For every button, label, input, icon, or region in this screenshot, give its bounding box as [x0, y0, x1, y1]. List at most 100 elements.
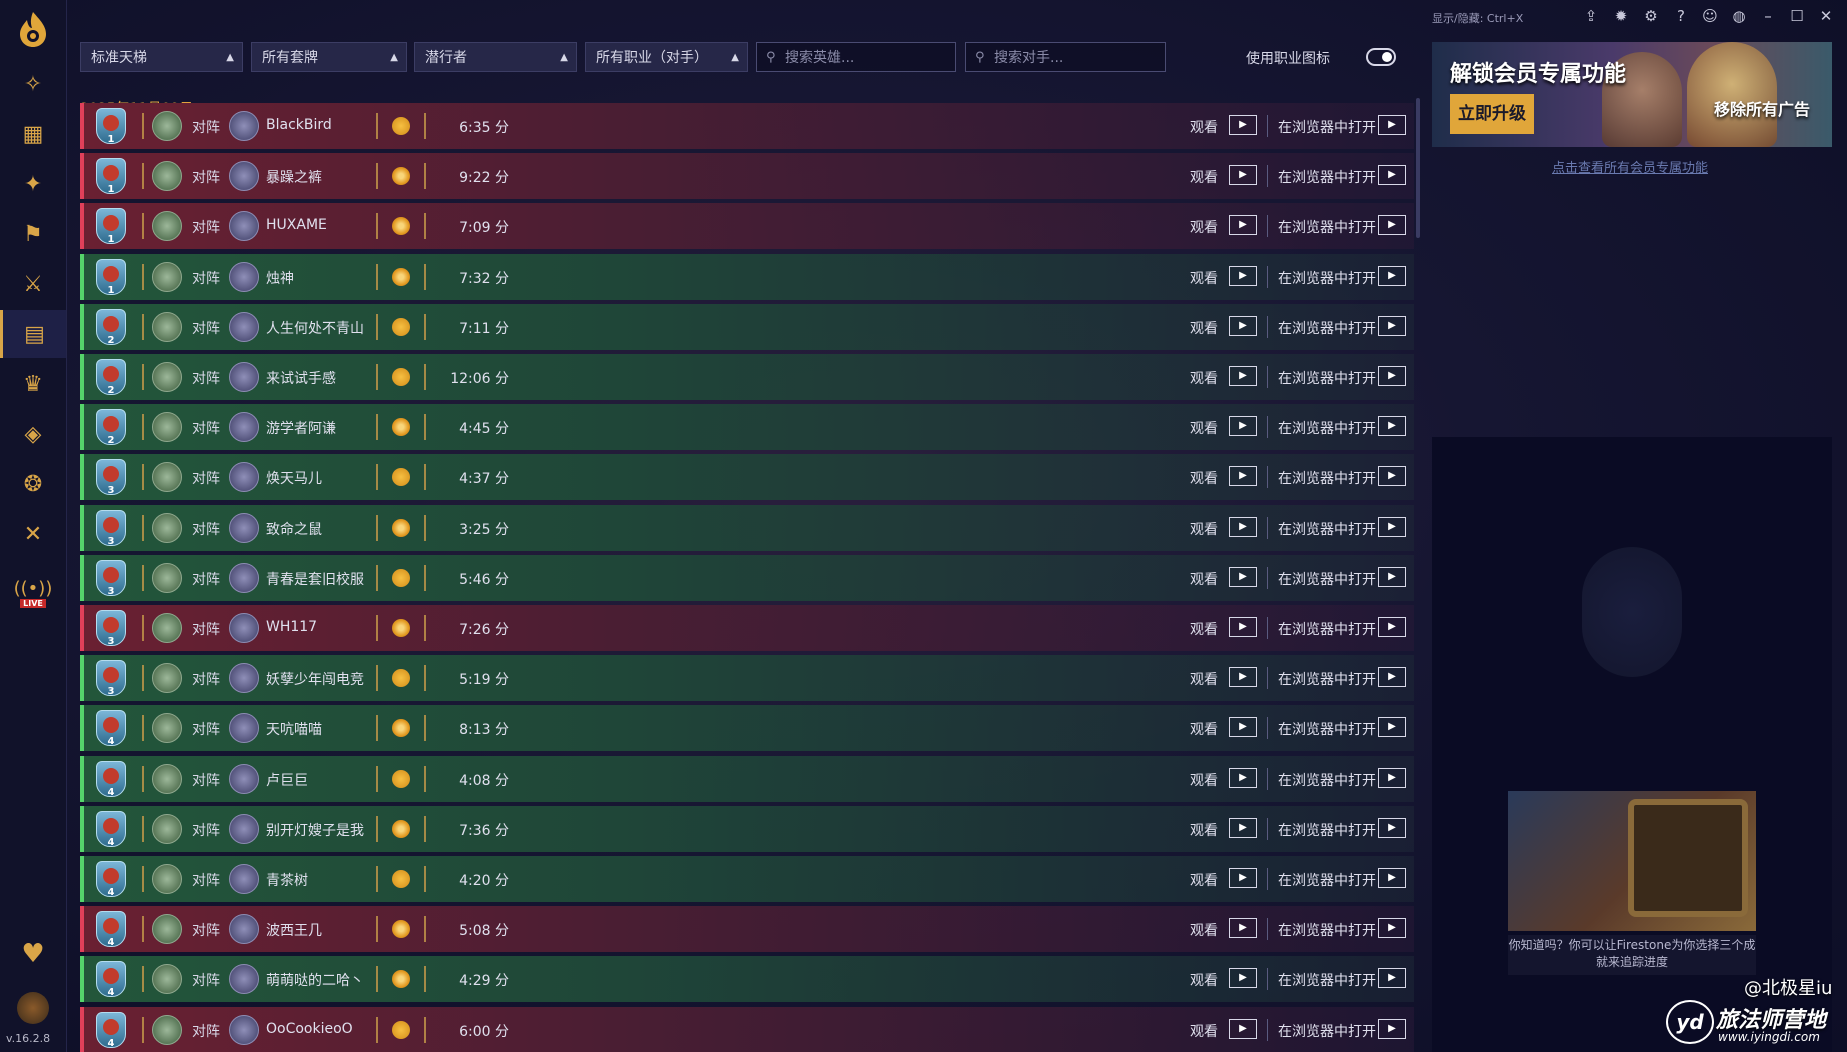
watch-play-button[interactable]: ▶: [1229, 817, 1257, 838]
globe-icon[interactable]: ◍: [1728, 5, 1750, 27]
open-in-browser-button[interactable]: ▶: [1378, 416, 1406, 437]
open-in-browser-button[interactable]: ▶: [1378, 717, 1406, 738]
sidebar-item-battlegrounds[interactable]: ♛: [0, 360, 66, 408]
hero-search-input[interactable]: ⚲ 搜索英雄...: [756, 42, 956, 72]
replay-row[interactable]: 3 对阵 青春是套旧校服 5:46 分观看 ▶ 在浏览器中打开 ▶: [80, 554, 1414, 601]
replay-row[interactable]: 3 对阵 致命之鼠 3:25 分观看 ▶ 在浏览器中打开 ▶: [80, 504, 1414, 551]
replay-row[interactable]: 1 对阵 HUXAME 7:09 分观看 ▶ 在浏览器中打开 ▶: [80, 203, 1414, 250]
replay-row[interactable]: 4 对阵 天吭喵喵 8:13 分观看 ▶ 在浏览器中打开 ▶: [80, 705, 1414, 752]
watch-play-button[interactable]: ▶: [1229, 667, 1257, 688]
watch-play-button[interactable]: ▶: [1229, 466, 1257, 487]
opponent-class-filter-dropdown[interactable]: 所有职业（对手） ▲: [585, 42, 748, 72]
replay-row[interactable]: 4 对阵 别开灯嫂子是我 7:36 分观看 ▶ 在浏览器中打开 ▶: [80, 805, 1414, 852]
sidebar-item-live-streams[interactable]: ((•)) LIVE: [0, 565, 66, 621]
open-in-browser-button[interactable]: ▶: [1378, 566, 1406, 587]
replay-row[interactable]: 3 对阵 焕天马儿 4:37 分观看 ▶ 在浏览器中打开 ▶: [80, 454, 1414, 501]
upgrade-button[interactable]: 立即升级: [1450, 94, 1534, 134]
sidebar-item-stats[interactable]: ❂: [0, 460, 66, 508]
open-in-browser-button[interactable]: ▶: [1378, 315, 1406, 336]
row-divider: [424, 665, 426, 692]
deck-filter-dropdown[interactable]: 所有套牌 ▲: [251, 42, 407, 72]
watch-play-button[interactable]: ▶: [1229, 165, 1257, 186]
class-filter-dropdown[interactable]: 潜行者 ▲: [414, 42, 577, 72]
open-in-browser-button[interactable]: ▶: [1378, 918, 1406, 939]
replay-row[interactable]: 4 对阵 OoCookieoO 6:00 分观看 ▶ 在浏览器中打开 ▶: [80, 1006, 1414, 1052]
watch-play-button[interactable]: ▶: [1229, 717, 1257, 738]
opponent-name: 妖孽少年闯电竞: [266, 672, 364, 689]
scrollbar-track[interactable]: [1416, 98, 1420, 1048]
sidebar-item-decktracker[interactable]: ✧: [0, 60, 66, 108]
rank-number: 2: [107, 435, 115, 447]
watch-play-button[interactable]: ▶: [1229, 968, 1257, 989]
open-in-browser-button[interactable]: ▶: [1378, 667, 1406, 688]
replay-row[interactable]: 4 对阵 波西王几 5:08 分观看 ▶ 在浏览器中打开 ▶: [80, 906, 1414, 953]
open-in-browser-button[interactable]: ▶: [1378, 115, 1406, 135]
open-in-browser-button[interactable]: ▶: [1378, 466, 1406, 487]
mode-filter-dropdown[interactable]: 标准天梯 ▲: [80, 42, 243, 72]
replay-row[interactable]: 4 对阵 萌萌哒的二哈丶 4:29 分观看 ▶ 在浏览器中打开 ▶: [80, 956, 1414, 1003]
sidebar-item-achievements[interactable]: ✦: [0, 160, 66, 208]
replay-row[interactable]: 2 对阵 来试试手感 12:06 分观看 ▶ 在浏览器中打开 ▶: [80, 354, 1414, 400]
settings-gear-icon[interactable]: ⚙: [1640, 5, 1662, 27]
replay-row[interactable]: 2 对阵 人生何处不青山 7:11 分观看 ▶ 在浏览器中打开 ▶: [80, 303, 1414, 350]
player-hero-portrait-icon: [152, 512, 182, 543]
watch-play-button[interactable]: ▶: [1229, 215, 1257, 236]
firestone-logo-icon[interactable]: [12, 8, 54, 50]
open-in-browser-button[interactable]: ▶: [1378, 165, 1406, 186]
row-divider: [424, 263, 426, 290]
maximize-icon[interactable]: ☐: [1786, 5, 1808, 27]
replay-row[interactable]: 2 对阵 游学者阿谦 4:45 分观看 ▶ 在浏览器中打开 ▶: [80, 404, 1414, 451]
row-divider: [1267, 717, 1268, 740]
replay-row[interactable]: 1 对阵 烛神 7:32 分观看 ▶ 在浏览器中打开 ▶: [80, 253, 1414, 300]
share-icon[interactable]: ⇪: [1580, 5, 1602, 27]
watch-play-button[interactable]: ▶: [1229, 767, 1257, 788]
replay-row[interactable]: 1 对阵 BlackBird 6:35 分观看 ▶ 在浏览器中打开 ▶: [80, 103, 1414, 149]
watch-play-button[interactable]: ▶: [1229, 265, 1257, 286]
watch-play-button[interactable]: ▶: [1229, 115, 1257, 135]
watch-play-button[interactable]: ▶: [1229, 366, 1257, 386]
open-in-browser-button[interactable]: ▶: [1378, 617, 1406, 637]
replay-row[interactable]: 4 对阵 卢巨巨 4:08 分观看 ▶ 在浏览器中打开 ▶: [80, 755, 1414, 802]
opponent-search-input[interactable]: ⚲ 搜索对手...: [965, 42, 1166, 72]
open-in-browser-button[interactable]: ▶: [1378, 1018, 1406, 1039]
replay-row[interactable]: 4 对阵 青茶树 4:20 分观看 ▶ 在浏览器中打开 ▶: [80, 856, 1414, 902]
open-in-browser-button[interactable]: ▶: [1378, 767, 1406, 788]
sidebar-item-collection[interactable]: ▦: [0, 110, 66, 158]
open-in-browser-button[interactable]: ▶: [1378, 868, 1406, 888]
sidebar-item-mercenaries[interactable]: ◈: [0, 410, 66, 458]
replay-row[interactable]: 3 对阵 WH117 7:26 分观看 ▶ 在浏览器中打开 ▶: [80, 605, 1414, 651]
scrollbar-thumb[interactable]: [1416, 98, 1420, 238]
watch-play-button[interactable]: ▶: [1229, 416, 1257, 437]
watermark-url: www.iyingdi.com: [1718, 1030, 1820, 1044]
minimize-icon[interactable]: –: [1757, 5, 1779, 27]
watch-play-button[interactable]: ▶: [1229, 1018, 1257, 1039]
sidebar-item-replays[interactable]: ▤: [0, 310, 66, 358]
help-icon[interactable]: ?: [1670, 5, 1692, 27]
watch-play-button[interactable]: ▶: [1229, 566, 1257, 587]
watch-play-button[interactable]: ▶: [1229, 315, 1257, 336]
sidebar-item-tavern-brawl[interactable]: ✕: [0, 510, 66, 558]
premium-features-link[interactable]: 点击查看所有会员专属功能: [1430, 157, 1830, 176]
open-in-browser-button[interactable]: ▶: [1378, 265, 1406, 286]
class-icon-toggle[interactable]: [1366, 48, 1396, 66]
watch-play-button[interactable]: ▶: [1229, 617, 1257, 637]
watch-play-button[interactable]: ▶: [1229, 516, 1257, 537]
replay-row[interactable]: 3 对阵 妖孽少年闯电竞 5:19 分观看 ▶ 在浏览器中打开 ▶: [80, 655, 1414, 702]
replay-row[interactable]: 1 对阵 暴躁之裤 9:22 分观看 ▶ 在浏览器中打开 ▶: [80, 153, 1414, 200]
sidebar-item-support[interactable]: ♥: [0, 930, 66, 978]
open-in-browser-button[interactable]: ▶: [1378, 366, 1406, 386]
sidebar-item-duels[interactable]: ⚔: [0, 260, 66, 308]
sidebar-item-arena[interactable]: ⚑: [0, 210, 66, 258]
sidebar-item-profile[interactable]: [0, 984, 66, 1032]
open-in-browser-button[interactable]: ▶: [1378, 817, 1406, 838]
bug-icon[interactable]: ✹: [1610, 5, 1632, 27]
open-in-browser-button[interactable]: ▶: [1378, 968, 1406, 989]
discord-icon[interactable]: ☺: [1699, 5, 1721, 27]
player-hero-portrait-icon: [152, 964, 182, 995]
watch-play-button[interactable]: ▶: [1229, 868, 1257, 888]
open-in-browser-button[interactable]: ▶: [1378, 516, 1406, 537]
open-in-browser-button[interactable]: ▶: [1378, 215, 1406, 236]
close-icon[interactable]: ✕: [1815, 5, 1837, 27]
watch-play-button[interactable]: ▶: [1229, 918, 1257, 939]
player-hero-portrait-icon: [152, 813, 182, 844]
